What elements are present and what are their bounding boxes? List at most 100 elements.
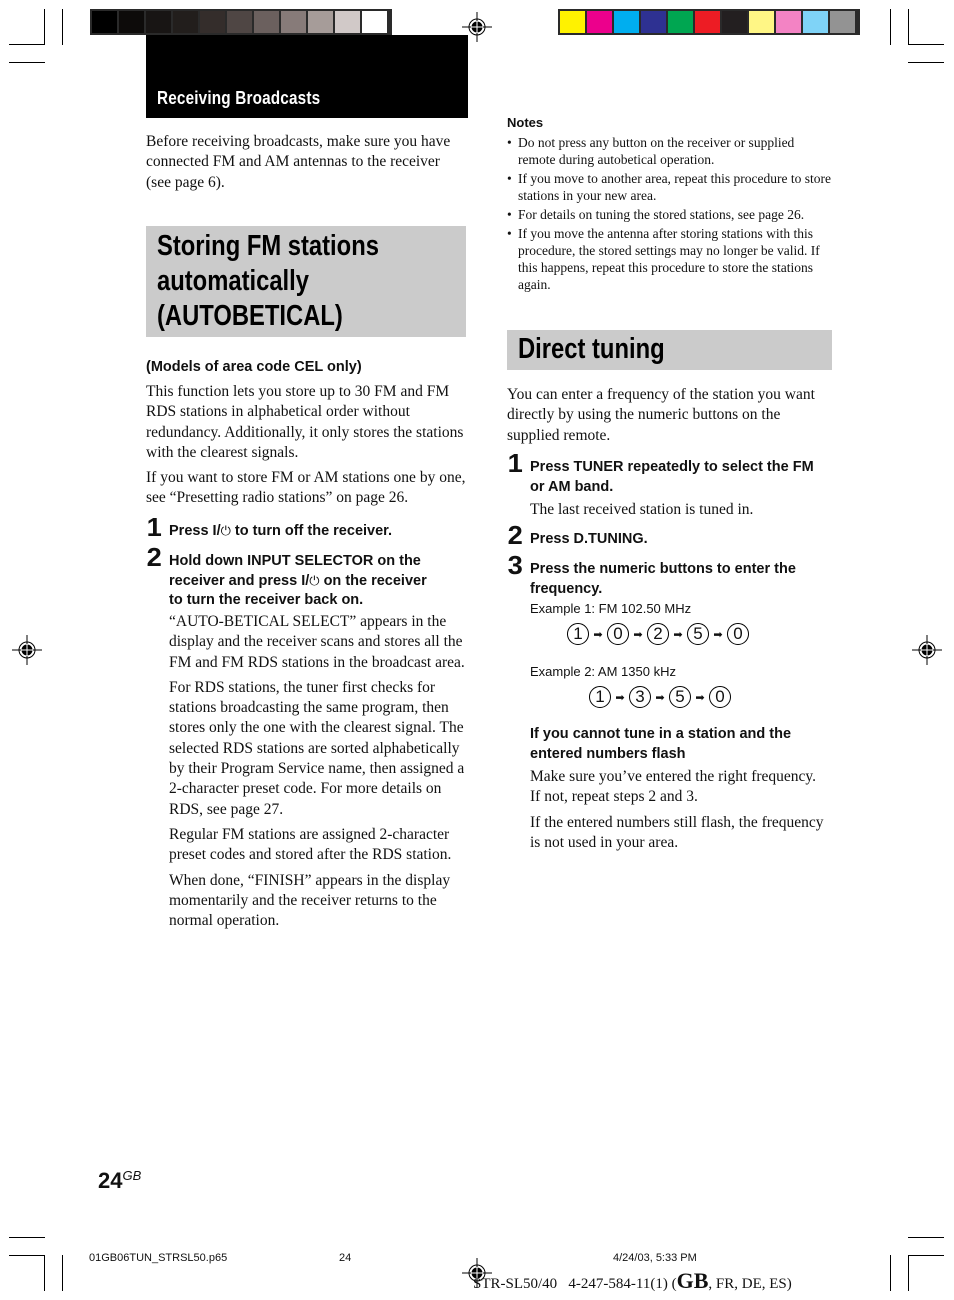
paragraph: You can enter a frequency of the station… bbox=[507, 386, 815, 444]
step-2: 2 Hold down INPUT SELECTOR on the receiv… bbox=[147, 544, 469, 611]
calibration-swatch bbox=[803, 11, 828, 33]
gray-calibration-bar bbox=[90, 9, 392, 35]
crop-mark bbox=[908, 9, 909, 45]
step-1-detail: The last received station is tuned in. bbox=[530, 501, 754, 518]
heading-line: Storing FM stations bbox=[157, 230, 379, 262]
numeric-key-icon: 2 bbox=[647, 623, 669, 645]
calibration-swatch bbox=[830, 11, 855, 33]
heading-line: (AUTOBETICAL) bbox=[157, 300, 343, 332]
page-suffix: GB bbox=[122, 1167, 142, 1183]
step-2-details: “AUTO-BETICAL SELECT” appears in the dis… bbox=[169, 612, 469, 936]
notes-list: Do not press any button on the receiver … bbox=[507, 134, 832, 293]
numeric-key-icon: 1 bbox=[589, 686, 611, 708]
model-code-gb: GB bbox=[676, 1268, 709, 1293]
paragraph: If the entered numbers still flash, the … bbox=[530, 813, 824, 851]
heading-line: automatically bbox=[157, 265, 309, 297]
note-item: If you move the antenna after storing st… bbox=[507, 225, 832, 293]
paragraph: When done, “FINISH” appears in the displ… bbox=[169, 871, 451, 930]
calibration-swatch bbox=[362, 11, 387, 33]
step-number: 1 bbox=[146, 512, 162, 542]
step-number: 3 bbox=[507, 550, 523, 580]
note-item: If you move to another area, repeat this… bbox=[507, 170, 832, 204]
calibration-swatch bbox=[614, 11, 639, 33]
step-text: on the receiver bbox=[319, 572, 427, 589]
power-icon: ⏻ bbox=[309, 573, 320, 589]
notes-title: Notes bbox=[507, 115, 544, 130]
arrow-right-icon: ➡ bbox=[655, 690, 665, 704]
model-code-text: , FR, DE, ES) bbox=[708, 1276, 792, 1292]
step-3: 3 Press the numeric buttons to enter the… bbox=[508, 552, 830, 599]
heading-line: Direct tuning bbox=[518, 333, 665, 365]
crop-mark bbox=[908, 1255, 909, 1291]
step-2: 2 Press D.TUNING. bbox=[508, 522, 830, 550]
step-text: Press the numeric buttons to enter the f… bbox=[530, 561, 796, 597]
numeric-key-icon: 0 bbox=[709, 686, 731, 708]
calibration-swatch bbox=[749, 11, 774, 33]
crop-mark bbox=[9, 1255, 45, 1256]
step-text: Press I/ bbox=[169, 523, 221, 539]
arrow-right-icon: ➡ bbox=[673, 627, 683, 641]
crop-mark bbox=[908, 44, 944, 45]
calibration-swatch bbox=[173, 11, 198, 33]
crop-mark bbox=[44, 9, 45, 45]
models-subhead: (Models of area code CEL only) bbox=[146, 359, 362, 375]
calibration-swatch bbox=[254, 11, 279, 33]
paragraph: If you want to store FM or AM stations o… bbox=[146, 469, 466, 507]
note-item: For details on tuning the stored station… bbox=[507, 206, 832, 223]
registration-mark-icon bbox=[912, 635, 942, 665]
step-1: 1 Press I/⏻ to turn off the receiver. bbox=[147, 514, 469, 542]
step-text: Hold down INPUT SELECTOR on the bbox=[169, 553, 421, 569]
crop-mark bbox=[44, 1255, 45, 1291]
crop-mark bbox=[908, 1237, 944, 1238]
paragraph: “AUTO-BETICAL SELECT” appears in the dis… bbox=[169, 613, 465, 671]
step-text: Press D.TUNING. bbox=[530, 531, 648, 547]
power-icon: ⏻ bbox=[220, 524, 231, 539]
calibration-swatch bbox=[146, 11, 171, 33]
crop-mark bbox=[9, 1237, 45, 1238]
calibration-swatch bbox=[308, 11, 333, 33]
calibration-swatch bbox=[641, 11, 666, 33]
crop-mark bbox=[908, 1255, 944, 1256]
color-calibration-bar bbox=[558, 9, 860, 35]
numeric-key-icon: 5 bbox=[687, 623, 709, 645]
step-text: Press TUNER repeatedly to select the FM … bbox=[530, 459, 814, 495]
step-number: 1 bbox=[507, 448, 523, 478]
page-number: 24GB bbox=[98, 1168, 141, 1194]
step-1: 1 Press TUNER repeatedly to select the F… bbox=[508, 450, 830, 497]
calibration-swatch bbox=[587, 11, 612, 33]
paragraph: Make sure you’ve entered the right frequ… bbox=[530, 768, 817, 806]
calibration-swatch bbox=[722, 11, 747, 33]
section-title: Receiving Broadcasts bbox=[157, 88, 321, 108]
calibration-swatch bbox=[92, 11, 117, 33]
arrow-right-icon: ➡ bbox=[633, 627, 643, 641]
crop-mark bbox=[890, 9, 891, 45]
step-text: receiver and press I/ bbox=[169, 572, 310, 589]
arrow-right-icon: ➡ bbox=[615, 690, 625, 704]
step-text: to turn the receiver back on. bbox=[169, 592, 364, 608]
step-number: 2 bbox=[507, 520, 523, 550]
notes: Notes Do not press any button on the rec… bbox=[507, 115, 832, 295]
model-code: STR-SL50/40 4-247-584-11(1) (GB, FR, DE,… bbox=[473, 1268, 792, 1294]
numeric-key-icon: 5 bbox=[669, 686, 691, 708]
arrow-right-icon: ➡ bbox=[593, 627, 603, 641]
step-number: 2 bbox=[146, 542, 162, 572]
calibration-swatch bbox=[200, 11, 225, 33]
note-item: Do not press any button on the receiver … bbox=[507, 134, 832, 168]
example-2-label: Example 2: AM 1350 kHz bbox=[530, 664, 676, 679]
section-header: Receiving Broadcasts bbox=[146, 35, 468, 118]
slug-filename: 01GB06TUN_STRSL50.p65 bbox=[89, 1252, 228, 1264]
heading-storing-fm: Storing FM stations automatically (AUTOB… bbox=[146, 226, 466, 337]
crop-mark bbox=[9, 44, 45, 45]
crop-mark bbox=[908, 62, 944, 63]
crop-mark bbox=[62, 9, 63, 45]
example-2-key-sequence: 1 ➡ 3 ➡ 5 ➡ 0 bbox=[589, 686, 731, 708]
crop-mark bbox=[9, 62, 45, 63]
calibration-swatch bbox=[335, 11, 360, 33]
registration-mark-icon bbox=[12, 635, 42, 665]
crop-mark bbox=[890, 1255, 891, 1291]
troubleshooting-heading: If you cannot tune in a station and the … bbox=[530, 726, 792, 762]
calibration-swatch bbox=[560, 11, 585, 33]
troubleshooting-text: Make sure you’ve entered the right frequ… bbox=[530, 767, 830, 858]
step-text: to turn off the receiver. bbox=[230, 523, 393, 539]
model-code-text: STR-SL50/40 4-247-584-11(1) ( bbox=[473, 1276, 677, 1292]
